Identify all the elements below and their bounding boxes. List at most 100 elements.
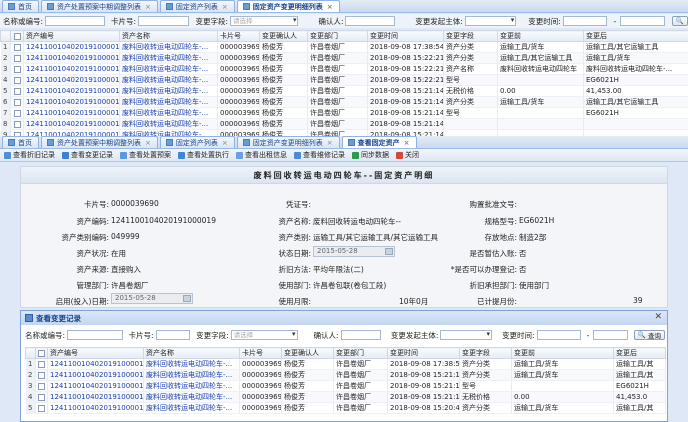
- row-checkbox[interactable]: [10, 118, 24, 130]
- table-row[interactable]: 7 1241100104020191000019 废料回收转运电动四轮车-... 00…: [0, 107, 688, 119]
- row-checkbox[interactable]: [10, 41, 24, 53]
- table-row[interactable]: 4 1241100104020191000019 废料回收转运电动四轮车-... 00…: [25, 391, 666, 403]
- table-cell[interactable]: 1241100104020191000019: [23, 74, 120, 86]
- dlg-card-input[interactable]: [155, 330, 191, 340]
- table-row[interactable]: 6 1241100104020191000019 废料回收转运电动四轮车-... 00…: [0, 96, 688, 108]
- table-row[interactable]: 3 1241100104020191000019 废料回收转运电动四轮车-... 00…: [0, 63, 688, 75]
- close-icon[interactable]: ×: [404, 139, 410, 147]
- row-checkbox[interactable]: [35, 380, 48, 392]
- table-row[interactable]: 1 1241100104020191000019 废料回收转运电动四轮车-... 00…: [0, 41, 688, 53]
- table-cell[interactable]: 1241100104020191000019: [23, 41, 120, 53]
- select-all-checkbox[interactable]: [35, 347, 48, 359]
- table-cell[interactable]: 1241100104020191000019: [23, 52, 120, 64]
- column-header[interactable]: 变更后: [613, 347, 666, 359]
- search-icon[interactable]: 🔍: [671, 16, 688, 26]
- table-cell[interactable]: 废料回收转运电动四轮车-...: [119, 63, 218, 75]
- table-row[interactable]: 5 1241100104020191000019 废料回收转运电动四轮车-... 00…: [25, 402, 666, 414]
- row-checkbox[interactable]: [35, 391, 48, 403]
- table-cell[interactable]: 1241100104020191000019: [47, 402, 144, 414]
- column-header[interactable]: 变更部门: [307, 30, 368, 42]
- checkbox[interactable]: [13, 65, 21, 73]
- column-header[interactable]: 资产名称: [143, 347, 240, 359]
- subject-filter-select[interactable]: [464, 16, 517, 26]
- table-row[interactable]: 4 1241100104020191000019 废料回收转运电动四轮车-... 00…: [0, 74, 688, 86]
- time-start-input[interactable]: [562, 16, 608, 26]
- tab-item[interactable]: 查看固定资产 ×: [341, 136, 417, 148]
- table-cell[interactable]: 废料回收转运电动四轮车-...: [119, 96, 218, 108]
- dlg-time-end[interactable]: [593, 330, 628, 340]
- toolbar-button[interactable]: 查看处置执行: [178, 150, 229, 160]
- tab-item[interactable]: 固定资产变更明细列表 ×: [236, 136, 340, 148]
- checkbox[interactable]: [38, 404, 45, 412]
- table-cell[interactable]: 废料回收转运电动四轮车-...: [119, 118, 218, 130]
- dlg-search-button[interactable]: 🔍 查询: [633, 330, 665, 340]
- calendar-icon[interactable]: [183, 295, 191, 302]
- column-header[interactable]: 卡片号: [217, 30, 260, 42]
- row-checkbox[interactable]: [35, 402, 48, 414]
- toolbar-button[interactable]: 查看出租信息: [236, 150, 287, 160]
- table-cell[interactable]: 废料回收转运电动四轮车-...: [119, 52, 218, 64]
- column-header[interactable]: 资产编号: [23, 30, 120, 42]
- table-cell[interactable]: 1241100104020191000019: [47, 358, 144, 370]
- table-row[interactable]: 8 1241100104020191000019 废料回收转运电动四轮车-... 00…: [0, 118, 688, 130]
- field-filter-select[interactable]: 请选择: [230, 16, 299, 26]
- column-header[interactable]: 变更字段: [459, 347, 512, 359]
- close-icon[interactable]: ×: [327, 139, 333, 147]
- checkbox[interactable]: [38, 360, 45, 368]
- table-cell[interactable]: 1241100104020191000019: [23, 107, 120, 119]
- table-cell[interactable]: 废料回收转运电动四轮车-...: [143, 402, 240, 414]
- column-header[interactable]: 变更前: [497, 30, 584, 42]
- tab-item[interactable]: 固定资产变更明细列表 ×: [236, 0, 340, 12]
- checkbox[interactable]: [13, 76, 21, 84]
- checkbox[interactable]: [13, 120, 21, 128]
- tab-item[interactable]: 资产处置预案中期调整列表 ×: [41, 0, 158, 12]
- table-cell[interactable]: 废料回收转运电动四轮车-...: [143, 369, 240, 381]
- table-cell[interactable]: 1241100104020191000019: [23, 85, 120, 97]
- close-icon[interactable]: ×: [145, 3, 151, 11]
- checkbox[interactable]: [38, 371, 45, 379]
- table-cell[interactable]: 1241100104020191000019: [47, 391, 144, 403]
- dlg-name-input[interactable]: [67, 330, 123, 340]
- column-header[interactable]: 变更时间: [387, 347, 460, 359]
- row-checkbox[interactable]: [10, 52, 24, 64]
- table-row[interactable]: 5 1241100104020191000019 废料回收转运电动四轮车-... 00…: [0, 85, 688, 97]
- toolbar-button[interactable]: 查看变更记录: [62, 150, 113, 160]
- tab-item[interactable]: 首页: [2, 136, 39, 148]
- tab-item[interactable]: 固定资产列表 ×: [159, 136, 235, 148]
- toolbar-button[interactable]: 关闭: [396, 150, 419, 160]
- column-header[interactable]: 变更确认人: [259, 30, 308, 42]
- start-date-field[interactable]: 2015-05-28: [111, 293, 193, 304]
- row-checkbox[interactable]: [10, 96, 24, 108]
- table-row[interactable]: 1 1241100104020191000019 废料回收转运电动四轮车-... 00…: [25, 358, 666, 370]
- checkbox[interactable]: [38, 382, 45, 390]
- table-row[interactable]: 2 1241100104020191000019 废料回收转运电动四轮车-... 00…: [25, 369, 666, 381]
- checkbox[interactable]: [38, 393, 45, 401]
- checkbox[interactable]: [13, 98, 21, 106]
- checkbox[interactable]: [13, 32, 21, 40]
- row-checkbox[interactable]: [35, 358, 48, 370]
- checkbox[interactable]: [13, 87, 21, 95]
- column-header[interactable]: 资产编号: [47, 347, 144, 359]
- close-icon[interactable]: ×: [222, 3, 228, 11]
- table-cell[interactable]: 1241100104020191000019: [23, 96, 120, 108]
- row-checkbox[interactable]: [10, 63, 24, 75]
- close-icon[interactable]: ×: [327, 3, 333, 11]
- table-cell[interactable]: 1241100104020191000019: [23, 118, 120, 130]
- row-checkbox[interactable]: [10, 107, 24, 119]
- name-filter-input[interactable]: [45, 16, 105, 26]
- close-icon[interactable]: ×: [222, 139, 228, 147]
- calendar-icon[interactable]: [385, 248, 393, 255]
- confirm-filter-input[interactable]: [345, 16, 396, 26]
- column-header[interactable]: 变更部门: [333, 347, 388, 359]
- card-filter-input[interactable]: [138, 16, 190, 26]
- table-cell[interactable]: 废料回收转运电动四轮车-...: [143, 358, 240, 370]
- column-header[interactable]: 变更前: [511, 347, 614, 359]
- dlg-field-select[interactable]: 请选择: [230, 330, 298, 340]
- table-cell[interactable]: 1241100104020191000019: [47, 369, 144, 381]
- table-cell[interactable]: 废料回收转运电动四轮车-...: [143, 391, 240, 403]
- checkbox[interactable]: [13, 43, 21, 51]
- time-end-input[interactable]: [620, 16, 665, 26]
- dlg-subject-select[interactable]: [440, 330, 493, 340]
- dlg-time-start[interactable]: [536, 330, 581, 340]
- column-header[interactable]: 变更时间: [367, 30, 444, 42]
